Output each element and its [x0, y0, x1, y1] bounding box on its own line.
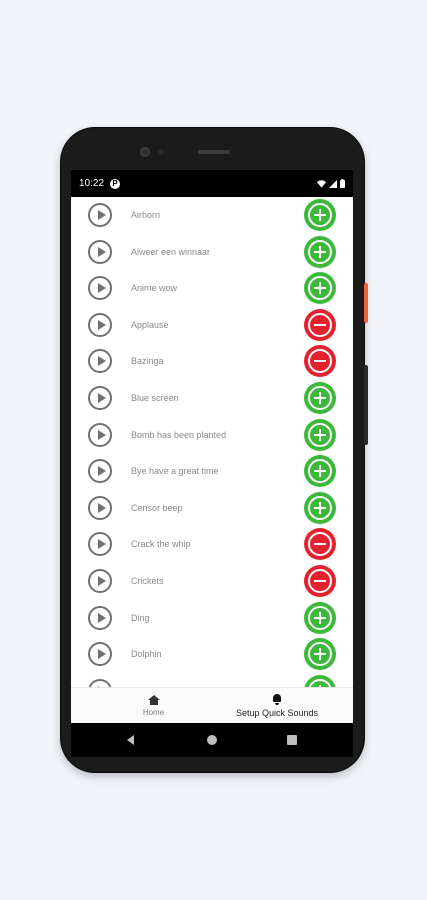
sound-name: Dolphin	[131, 649, 162, 660]
earpiece-speaker	[198, 150, 230, 154]
add-icon[interactable]	[304, 235, 336, 268]
system-navigation-bar	[71, 723, 353, 757]
play-icon[interactable]	[88, 422, 112, 447]
status-bar: 10:22 P	[71, 170, 353, 197]
list-item: Crickets	[71, 563, 353, 599]
sound-name: Bazinga	[131, 356, 164, 367]
battery-icon	[340, 179, 345, 188]
add-icon[interactable]	[304, 601, 336, 634]
recents-icon[interactable]	[287, 735, 297, 745]
sound-name: Crack the whip	[131, 539, 191, 550]
play-icon[interactable]	[88, 495, 112, 520]
home-button-icon[interactable]	[207, 735, 217, 745]
nav-setup-label: Setup Quick Sounds	[235, 708, 319, 718]
add-icon[interactable]	[304, 199, 336, 231]
back-icon[interactable]	[127, 735, 134, 745]
list-item: Bomb has been planted	[71, 417, 353, 453]
sound-name: Bye have a great time	[131, 466, 219, 477]
list-item: Censor beep	[71, 490, 353, 526]
list-item: Bye have a great time	[71, 453, 353, 489]
list-item: Blue screen	[71, 380, 353, 416]
wifi-icon	[317, 179, 326, 188]
list-item: Dolphin	[71, 636, 353, 672]
bottom-navigation: Home Setup Quick Sounds	[71, 687, 353, 724]
nav-setup-quick-sounds[interactable]: Setup Quick Sounds	[221, 688, 333, 724]
sound-name: Applause	[131, 319, 169, 330]
home-icon	[147, 695, 160, 705]
power-button	[364, 283, 368, 323]
add-icon[interactable]	[304, 418, 336, 451]
play-icon[interactable]	[88, 239, 112, 264]
sound-name: Airhorn	[131, 210, 161, 220]
list-item: Crack the whip	[71, 526, 353, 562]
play-icon[interactable]	[88, 642, 112, 667]
sensor	[158, 149, 164, 155]
sound-name: Ding	[131, 612, 150, 623]
list-item: Alweer een winnaar	[71, 234, 353, 270]
play-icon[interactable]	[88, 532, 112, 557]
play-icon[interactable]	[88, 459, 112, 484]
bell-icon	[272, 694, 282, 705]
sound-name: Blue screen	[131, 393, 179, 403]
front-camera	[140, 147, 150, 157]
sound-list[interactable]: Airhorn Alweer een winnaar Anime wow Applau…	[71, 197, 353, 687]
sound-name: Crickets	[131, 576, 164, 586]
play-icon[interactable]	[88, 349, 112, 374]
sound-name: Bomb has been planted	[131, 429, 227, 440]
add-icon[interactable]	[304, 674, 336, 687]
play-icon[interactable]	[88, 569, 112, 593]
nav-home-label: Home	[142, 708, 165, 717]
remove-icon[interactable]	[304, 528, 336, 561]
add-icon[interactable]	[304, 272, 336, 305]
volume-button	[364, 365, 368, 445]
list-item: Airhorn	[71, 197, 353, 233]
notification-icon: P	[110, 178, 121, 189]
list-item	[71, 673, 353, 687]
play-icon[interactable]	[88, 678, 112, 687]
add-icon[interactable]	[304, 491, 336, 524]
remove-icon[interactable]	[304, 565, 336, 597]
play-icon[interactable]	[88, 203, 112, 227]
play-icon[interactable]	[88, 312, 112, 337]
list-item: Anime wow	[71, 270, 353, 306]
sound-name: Censor beep	[131, 502, 183, 513]
play-icon[interactable]	[88, 276, 112, 301]
status-icons	[317, 179, 353, 188]
list-item: Applause	[71, 307, 353, 343]
add-icon[interactable]	[304, 455, 336, 488]
add-icon[interactable]	[304, 382, 336, 414]
remove-icon[interactable]	[304, 308, 336, 341]
cell-signal-icon	[329, 179, 337, 188]
play-icon[interactable]	[88, 386, 112, 410]
play-icon[interactable]	[88, 605, 112, 630]
remove-icon[interactable]	[304, 345, 336, 378]
nav-home[interactable]: Home	[126, 688, 181, 724]
sound-name: Anime wow	[131, 283, 178, 294]
status-time: 10:22	[79, 178, 105, 189]
add-icon[interactable]	[304, 638, 336, 671]
list-item: Ding	[71, 600, 353, 636]
list-item: Bazinga	[71, 343, 353, 379]
sound-name: Alweer een winnaar	[131, 246, 211, 257]
